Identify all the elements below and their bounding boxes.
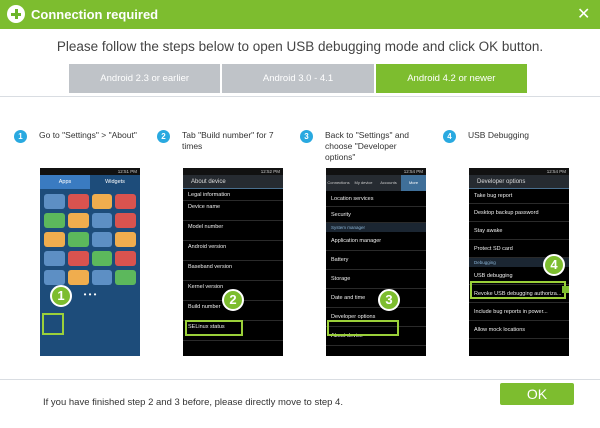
status-time: 12:54 PM [469,168,569,175]
step-badge-1: 1 [50,285,72,307]
footer-note: If you have finished step 2 and 3 before… [43,397,343,408]
list-item: Android version [183,241,283,261]
highlight-ring [327,320,399,336]
list-item: Take bug report [469,189,569,204]
ok-button[interactable]: OK [500,383,574,405]
app-icon [44,251,65,266]
app-icon [91,194,113,209]
settings-app-icon [44,270,65,285]
apps-tab: Apps [40,175,90,189]
app-icon [67,194,89,209]
list-item: Allow mock locations [469,321,569,339]
list-item: Battery [326,251,426,270]
app-icon [115,232,136,247]
app-icon [115,194,136,209]
list-item: Model number [183,221,283,241]
title-bar: Connection required ✕ [0,0,600,29]
step-3: 3 Back to "Settings" and choose "Develop… [300,130,425,163]
step-badge-4: 4 [543,254,565,276]
app-icon [44,213,65,228]
app-icon [91,232,113,247]
step-4: 4 USB Debugging [443,130,568,143]
list-item: Legal information [183,189,283,201]
app-icon [44,194,65,209]
widgets-tab: Widgets [105,179,125,185]
android-version-tabs: Android 2.3 or earlier Android 3.0 - 4.1… [69,64,527,93]
app-icon [67,232,89,247]
settings-tab: My device [354,180,373,185]
app-icon [44,232,65,247]
list-item: Stay awake [469,222,569,240]
list-item: Device name [183,201,283,221]
list-item: Include bug reports in power... [469,303,569,321]
step-number: 1 [14,130,27,143]
settings-tab: Connections [327,180,350,185]
step-number: 3 [300,130,313,143]
section-header: System manager [326,223,426,232]
step-text: USB Debugging [468,130,529,140]
list-item: Desktop backup password [469,204,569,222]
list-item: Location services [326,191,426,207]
list-item: Application manager [326,232,426,251]
highlight-ring [185,320,243,336]
step-2: 2 Tab "Build number" for 7 times [157,130,282,152]
list-item: Date and time [326,289,426,308]
status-time: 12:54 PM [326,168,426,175]
step-badge-3: 3 [378,289,400,311]
step-text: Back to "Settings" and choose "Developer… [325,130,409,162]
plus-logo-icon [7,5,25,23]
step-text: Tab "Build number" for 7 times [182,130,274,151]
status-time: 12:51 PM [40,168,140,175]
apps-tabs: Apps Widgets [40,175,140,189]
screen-header: Developer options [469,175,569,189]
step-number: 2 [157,130,170,143]
highlight-ring [470,281,566,299]
list-item: Baseband version [183,261,283,281]
app-icon [67,213,89,228]
step-number: 4 [443,130,456,143]
app-icon [67,251,89,266]
app-icon [91,270,113,285]
list-item: Security [326,207,426,223]
settings-tabs: Connections My device Accounts More [326,175,426,191]
step-text: Go to "Settings" > "About" [39,130,137,140]
settings-tab: Accounts [380,180,397,185]
status-time: 12:52 PM [183,168,283,175]
tab-android-2-3[interactable]: Android 2.3 or earlier [69,64,221,93]
step-1: 1 Go to "Settings" > "About" [14,130,139,143]
app-icon [91,213,113,228]
settings-tab: More [401,175,426,191]
app-icon [115,270,136,285]
app-grid [40,189,140,290]
app-icon [115,213,136,228]
usb-debugging-checkbox-icon [562,286,569,293]
instruction-text: Please follow the steps below to open US… [56,39,544,54]
screen-header: About device [183,175,283,189]
app-icon [91,251,113,266]
window-title: Connection required [31,7,159,22]
tab-android-3-0[interactable]: Android 3.0 - 4.1 [222,64,374,93]
list-item: Storage [326,270,426,289]
tab-android-4-2[interactable]: Android 4.2 or newer [375,64,527,93]
app-icon [115,251,136,266]
step-badge-2: 2 [222,289,244,311]
close-icon[interactable]: ✕ [577,4,590,24]
app-icon [67,270,89,285]
highlight-ring [42,313,64,335]
